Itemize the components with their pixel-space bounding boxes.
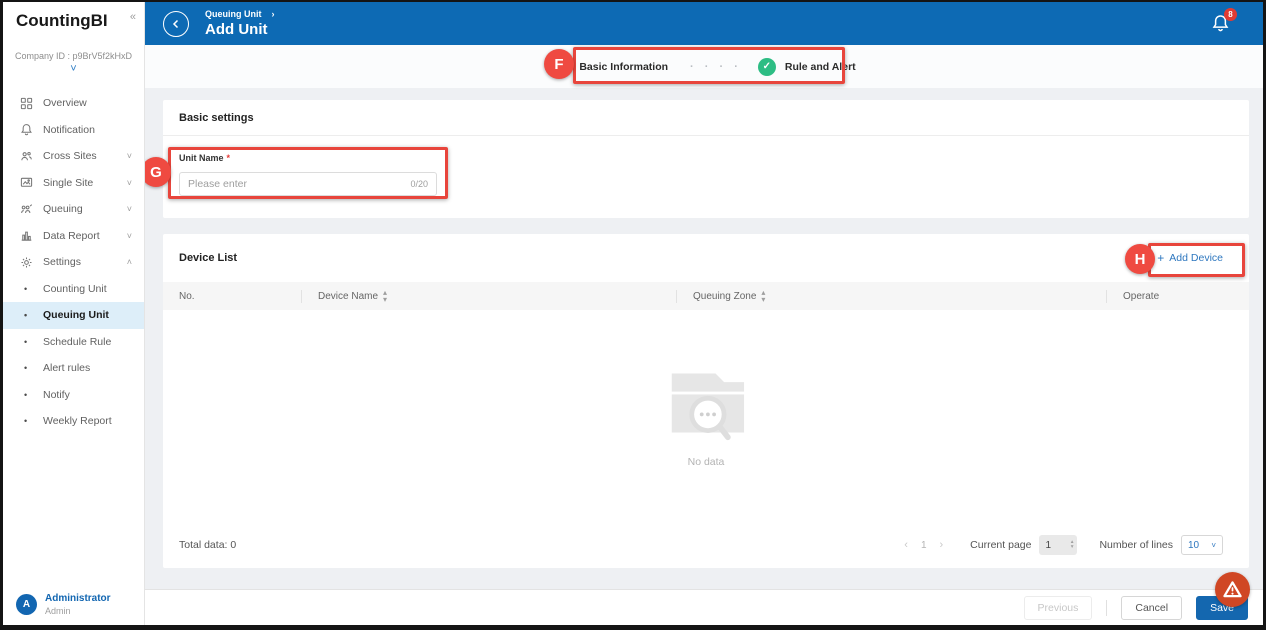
sidebar-item-notification[interactable]: Notification — [3, 117, 144, 144]
chevron-up-icon: ˄ — [127, 257, 132, 267]
notification-badge: 8 — [1224, 8, 1237, 21]
current-page-box: ▴▾ — [1039, 535, 1077, 555]
step-2-check-icon: ✓ — [758, 58, 776, 76]
back-button[interactable] — [163, 11, 189, 37]
site-image-icon — [20, 176, 34, 190]
wizard-stepper: 1 Basic Information · · · · ✓ Rule and A… — [145, 45, 1263, 88]
previous-button[interactable]: Previous — [1024, 596, 1093, 620]
sidebar-subitem-schedule-rule[interactable]: • Schedule Rule — [3, 329, 144, 356]
user-role: Admin — [45, 606, 111, 616]
plus-icon: + — [1157, 251, 1164, 265]
sidebar-collapse-icon[interactable]: « — [130, 11, 136, 23]
total-data-text: Total data: 0 — [179, 539, 236, 551]
page-number[interactable]: 1 — [921, 540, 927, 551]
sidebar-menu: Overview Notification Cross Sites ˅ Sing… — [3, 90, 144, 435]
bar-chart-icon — [20, 229, 34, 243]
chevron-down-icon: ˅ — [1211, 541, 1216, 550]
sidebar-subitem-queuing-unit[interactable]: • Queuing Unit — [3, 302, 144, 329]
device-table-header: No. Device Name ▴▾ Queuing Zone ▴▾ Opera… — [163, 282, 1249, 310]
sort-icon[interactable]: ▴▾ — [383, 289, 387, 303]
user-name: Administrator — [45, 593, 111, 604]
char-counter: 0/20 — [410, 179, 428, 189]
sidebar-item-overview[interactable]: Overview — [3, 90, 144, 117]
user-profile[interactable]: A Administrator Admin — [16, 593, 111, 616]
breadcrumb: Queuing Unit › — [205, 9, 275, 19]
breadcrumb-chevron-icon: › — [272, 9, 275, 19]
main-area: Queuing Unit › Add Unit 8 1 Basic Inform… — [145, 2, 1263, 625]
prev-page-icon[interactable]: ‹ — [899, 539, 913, 551]
device-list-title: Device List — [179, 252, 237, 264]
no-data-text: No data — [688, 456, 725, 468]
sidebar-item-data-report[interactable]: Data Report ˅ — [3, 223, 144, 250]
queue-icon — [20, 202, 34, 216]
app-logo: CountingBI — [16, 11, 108, 31]
required-asterisk: * — [227, 153, 231, 163]
button-divider — [1106, 600, 1107, 616]
breadcrumb-queuing-unit[interactable]: Queuing Unit — [205, 9, 262, 19]
bullet-icon: • — [24, 390, 43, 400]
chevron-down-icon: ˅ — [127, 151, 132, 161]
annotation-label-f: F — [544, 49, 574, 79]
bullet-icon: • — [24, 416, 43, 426]
empty-state: No data — [163, 310, 1249, 522]
no-data-folder-icon — [658, 364, 754, 442]
device-list-card: Device List + Add Device H No. Device Na… — [163, 234, 1249, 568]
company-chevron-down-icon[interactable]: ˅ — [3, 64, 144, 74]
pagination-bar: Total data: 0 ‹ 1 › Current page ▴▾ Numb… — [163, 522, 1249, 568]
lines-label: Number of lines — [1099, 539, 1173, 551]
cancel-button[interactable]: Cancel — [1121, 596, 1182, 620]
lines-select[interactable]: 10 ˅ — [1181, 535, 1223, 555]
basic-settings-title: Basic settings — [163, 100, 1249, 136]
bullet-icon: • — [24, 284, 43, 294]
action-footer: Previous Cancel Save — [145, 589, 1263, 625]
people-icon — [20, 149, 34, 163]
app-window: CountingBI « Company ID : p9BrV5f2kHxD ˅… — [0, 0, 1266, 630]
sidebar-item-cross-sites[interactable]: Cross Sites ˅ — [3, 143, 144, 170]
bullet-icon: • — [24, 363, 43, 373]
annotation-warning-icon — [1215, 572, 1250, 607]
unit-name-field: Unit Name* 0/20 — [163, 136, 1249, 196]
page-title: Add Unit — [205, 21, 275, 38]
unit-name-input[interactable] — [188, 178, 404, 190]
notification-bell-button[interactable]: 8 — [1211, 13, 1230, 38]
bullet-icon: • — [24, 310, 43, 320]
column-device-name[interactable]: Device Name ▴▾ — [302, 289, 676, 303]
chevron-down-icon: ˅ — [127, 204, 132, 214]
column-no: No. — [163, 291, 301, 302]
avatar[interactable]: A — [16, 594, 37, 615]
column-queuing-zone[interactable]: Queuing Zone ▴▾ — [677, 289, 1106, 303]
add-device-button[interactable]: + Add Device — [1157, 251, 1223, 265]
chevron-down-icon: ˅ — [127, 231, 132, 241]
step-1-label: Basic Information — [579, 61, 668, 73]
sidebar-subitem-weekly-report[interactable]: • Weekly Report — [3, 408, 144, 435]
sidebar-item-settings[interactable]: Settings ˄ — [3, 249, 144, 276]
unit-name-label: Unit Name — [179, 153, 224, 163]
sort-icon[interactable]: ▴▾ — [761, 289, 765, 303]
sidebar-item-single-site[interactable]: Single Site ˅ — [3, 170, 144, 197]
gear-icon — [20, 255, 34, 269]
annotation-label-h: H — [1125, 244, 1155, 274]
current-page-label: Current page — [970, 539, 1031, 551]
bell-icon — [20, 123, 34, 137]
next-page-icon[interactable]: › — [935, 539, 949, 551]
sidebar-subitem-alert-rules[interactable]: • Alert rules — [3, 355, 144, 382]
basic-settings-card: Basic settings Unit Name* 0/20 G — [163, 100, 1249, 218]
bullet-icon: • — [24, 337, 43, 347]
chevron-down-icon: ˅ — [127, 178, 132, 188]
page-header: Queuing Unit › Add Unit 8 — [145, 2, 1263, 45]
step-2-label: Rule and Alert — [785, 61, 856, 73]
content-area: Basic settings Unit Name* 0/20 G Device … — [145, 88, 1263, 589]
company-id: Company ID : p9BrV5f2kHxD — [3, 51, 144, 61]
sidebar-item-queuing[interactable]: Queuing ˅ — [3, 196, 144, 223]
column-operate: Operate — [1107, 291, 1249, 302]
sidebar: CountingBI « Company ID : p9BrV5f2kHxD ˅… — [3, 2, 145, 625]
grid-icon — [20, 96, 34, 110]
sidebar-subitem-notify[interactable]: • Notify — [3, 382, 144, 409]
sidebar-subitem-counting-unit[interactable]: • Counting Unit — [3, 276, 144, 303]
current-page-input[interactable] — [1045, 540, 1061, 551]
spinner-icon[interactable]: ▴▾ — [1071, 540, 1074, 550]
chevron-left-icon — [170, 18, 182, 30]
stepper-dots: · · · · — [690, 61, 742, 73]
